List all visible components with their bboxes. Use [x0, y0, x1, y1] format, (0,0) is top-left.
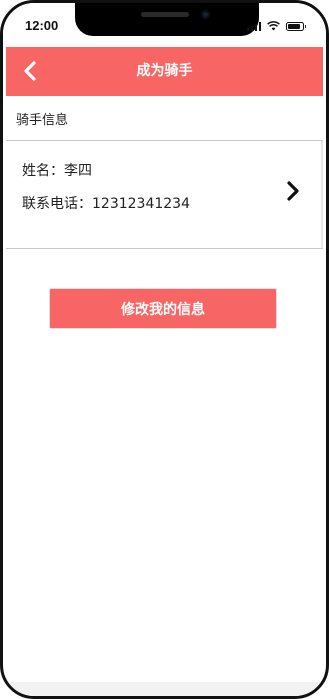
- back-button[interactable]: [18, 59, 42, 83]
- home-indicator-bar: [6, 682, 323, 696]
- status-time: 12:00: [25, 18, 59, 33]
- page-title: 成为骑手: [136, 63, 193, 79]
- card-edge: [321, 141, 323, 248]
- edit-my-info-button[interactable]: 修改我的信息: [49, 288, 277, 329]
- section-label: 骑手信息: [16, 113, 69, 128]
- wifi-icon: [267, 21, 280, 31]
- front-camera: [201, 10, 210, 19]
- chevron-left-icon: [24, 61, 36, 81]
- rider-phone: 联系电话：12312341234: [22, 196, 190, 212]
- device-notch: [75, 3, 259, 36]
- rider-name: 姓名：李四: [22, 163, 92, 179]
- divider: [6, 248, 323, 249]
- rider-info-card[interactable]: 姓名：李四 联系电话：12312341234: [6, 141, 323, 248]
- phone-frame: 12:00 成为骑手 骑手信息 姓名：李四 联系电话：12312341234 修…: [0, 0, 329, 699]
- speaker-grille: [141, 12, 189, 17]
- status-icons: [246, 20, 306, 32]
- chevron-right-icon: [287, 181, 299, 201]
- status-bar: 12:00: [3, 3, 326, 47]
- signal-icon: [246, 21, 261, 31]
- app-header: 成为骑手: [6, 47, 323, 96]
- battery-icon: [286, 21, 306, 31]
